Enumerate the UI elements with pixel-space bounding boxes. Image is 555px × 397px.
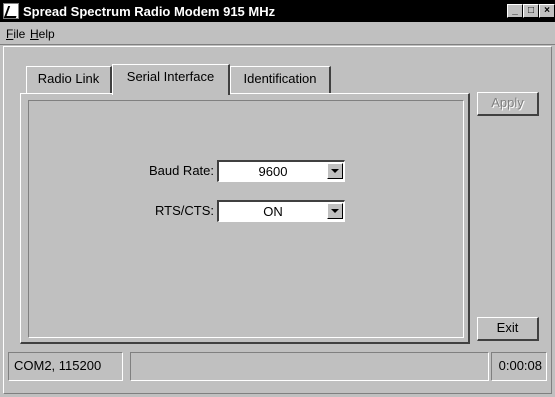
- app-icon[interactable]: [3, 3, 21, 19]
- tab-panel-serial-interface: [20, 93, 470, 344]
- menu-help-label: elp: [38, 27, 55, 41]
- menu-file-label: ile: [13, 27, 26, 41]
- window-title: Spread Spectrum Radio Modem 915 MHz: [23, 4, 276, 19]
- tab-serial-interface[interactable]: Serial Interface: [112, 64, 230, 95]
- exit-button[interactable]: Exit: [477, 317, 539, 341]
- menu-bar: File Help: [0, 24, 555, 45]
- status-port-text: COM2, 115200: [14, 358, 102, 373]
- tab-identification-label: Identification: [243, 71, 317, 86]
- maximize-icon: □: [527, 5, 535, 16]
- apply-button-label: Apply: [491, 95, 524, 110]
- menu-help[interactable]: Help: [30, 27, 55, 41]
- status-port: COM2, 115200: [8, 352, 123, 381]
- tab-serial-interface-label: Serial Interface: [126, 69, 215, 84]
- status-timer-text: 0:00:08: [498, 358, 542, 373]
- close-button[interactable]: ×: [539, 4, 555, 18]
- status-timer: 0:00:08: [491, 352, 547, 381]
- close-icon: ×: [544, 5, 550, 16]
- maximize-button[interactable]: □: [523, 4, 539, 18]
- tab-radio-link-label: Radio Link: [37, 71, 100, 86]
- exit-button-label: Exit: [496, 320, 519, 335]
- title-bar[interactable]: Spread Spectrum Radio Modem 915 MHz _ □ …: [0, 0, 555, 22]
- minimize-icon: _: [512, 5, 518, 16]
- status-message: [130, 352, 489, 381]
- menu-help-mnemonic: H: [30, 27, 39, 41]
- minimize-button[interactable]: _: [507, 4, 523, 18]
- apply-button[interactable]: Apply: [477, 92, 539, 116]
- menu-file[interactable]: File: [6, 27, 25, 41]
- tab-identification[interactable]: Identification: [230, 66, 331, 93]
- tab-radio-link[interactable]: Radio Link: [26, 66, 112, 93]
